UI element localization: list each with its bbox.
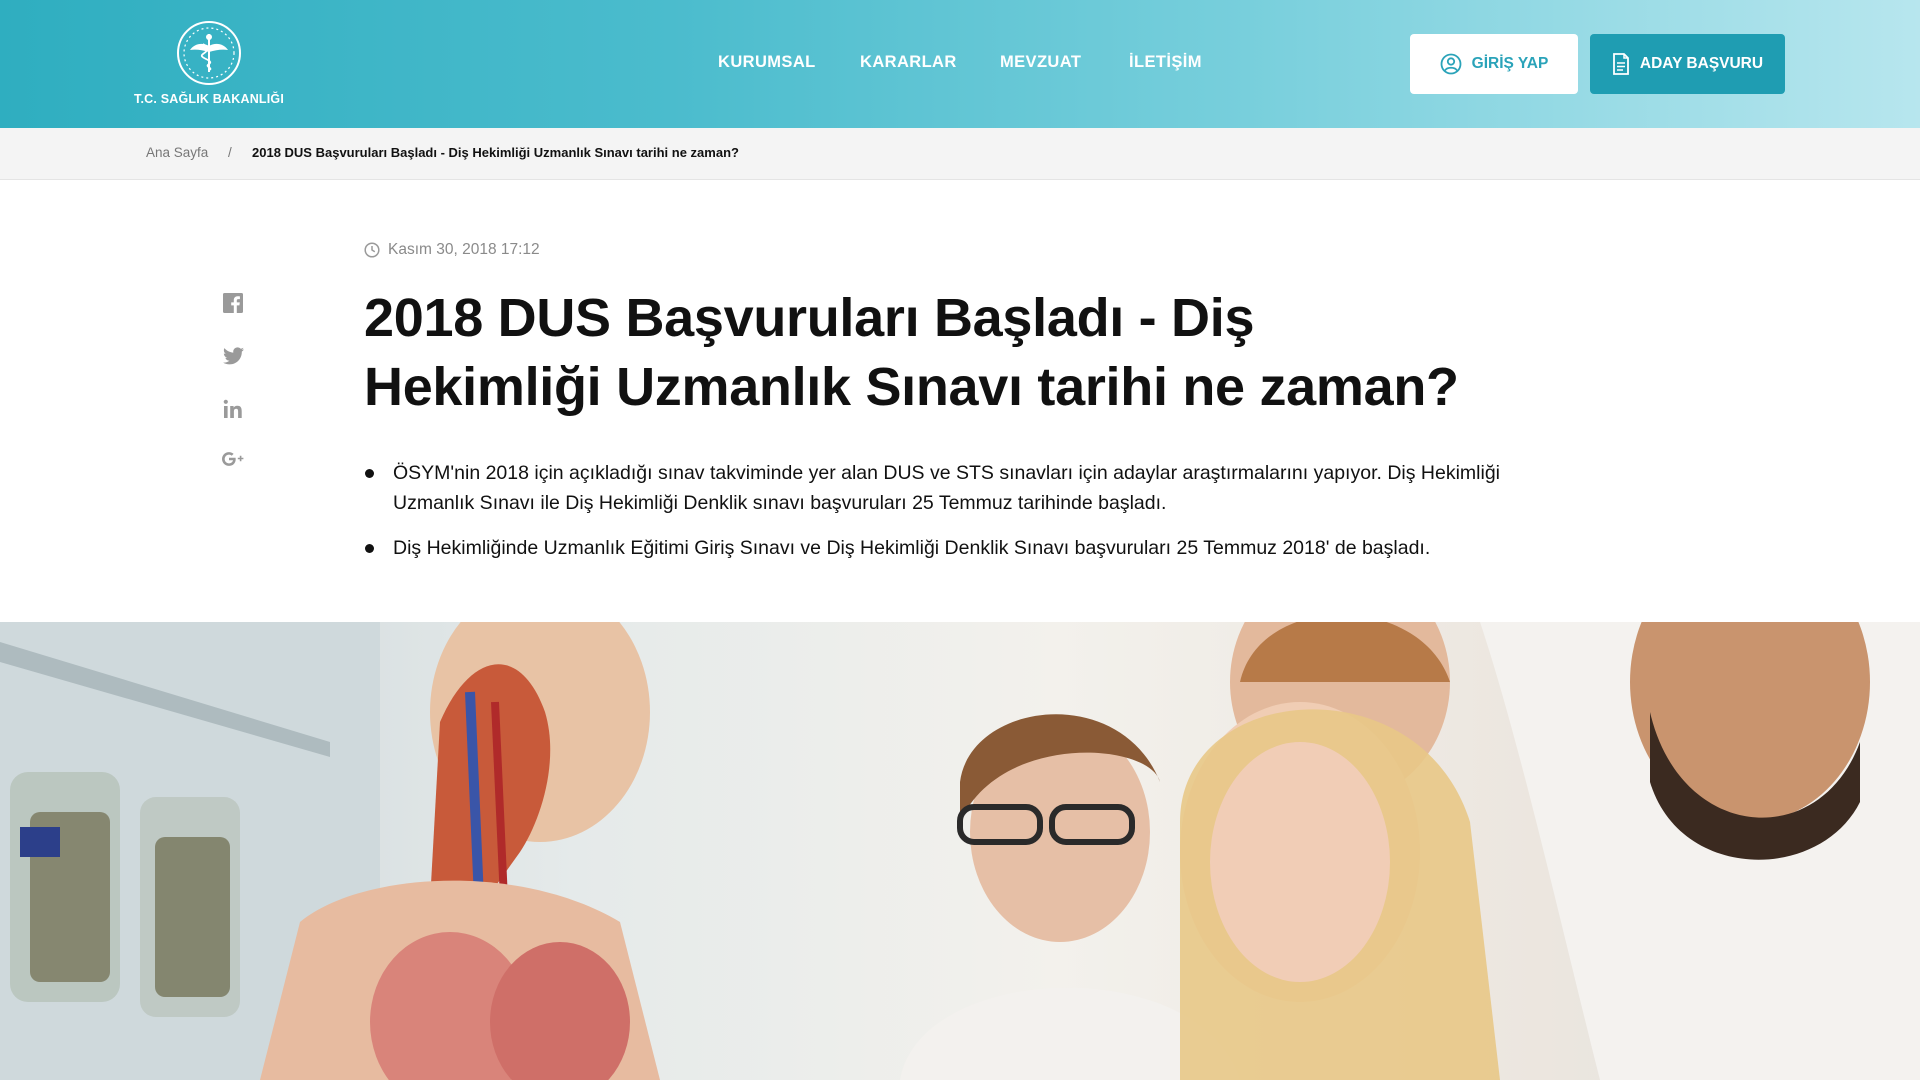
hero-photo-illustration (0, 622, 1920, 1080)
clock-icon (364, 242, 380, 258)
facebook-share-button[interactable] (220, 290, 246, 316)
breadcrumb-separator: / (228, 145, 232, 160)
login-button[interactable]: GİRİŞ YAP (1410, 34, 1578, 94)
article-date: Kasım 30, 2018 17:12 (364, 241, 540, 259)
apply-button[interactable]: ADAY BAŞVURU (1590, 34, 1785, 94)
apply-label: ADAY BAŞVURU (1639, 55, 1764, 72)
google-plus-icon (222, 452, 244, 466)
breadcrumb-home-link[interactable]: Ana Sayfa (146, 145, 208, 160)
list-item: ÖSYM'nin 2018 için açıkladığı sınav takv… (364, 458, 1504, 518)
logo-text: T.C. SAĞLIK BAKANLIĞI (134, 92, 285, 106)
login-label: GİRİŞ YAP (1471, 55, 1549, 72)
linkedin-icon (223, 399, 242, 418)
article-summary-list: ÖSYM'nin 2018 için açıkladığı sınav takv… (364, 458, 1504, 578)
twitter-share-button[interactable] (220, 343, 246, 369)
facebook-icon (223, 293, 243, 313)
linkedin-share-button[interactable] (220, 396, 246, 422)
nav-item-mevzuat[interactable]: MEVZUAT (1000, 53, 1081, 72)
google-plus-share-button[interactable] (220, 446, 246, 472)
nav-item-iletisim[interactable]: İLETİŞİM (1129, 53, 1202, 72)
article-hero-image (0, 622, 1920, 1080)
article-title: 2018 DUS Başvuruları Başladı - Diş Hekim… (364, 288, 1459, 417)
ministry-logo[interactable]: T.C. SAĞLIK BAKANLIĞI (134, 20, 284, 112)
site-header: T.C. SAĞLIK BAKANLIĞI KURUMSAL KARARLAR … (0, 0, 1920, 128)
document-icon (1613, 53, 1629, 75)
breadcrumb: Ana Sayfa / 2018 DUS Başvuruları Başladı… (0, 128, 1920, 180)
list-item: Diş Hekimliğinde Uzmanlık Eğitimi Giriş … (364, 533, 1504, 563)
nav-item-kararlar[interactable]: KARARLAR (860, 53, 957, 72)
article-date-text: Kasım 30, 2018 17:12 (388, 241, 540, 258)
ministry-emblem-icon (177, 21, 241, 85)
twitter-icon (222, 347, 244, 365)
nav-item-kurumsal[interactable]: KURUMSAL (718, 53, 816, 72)
breadcrumb-current: 2018 DUS Başvuruları Başladı - Diş Hekim… (252, 145, 739, 160)
user-circle-icon (1440, 53, 1462, 75)
